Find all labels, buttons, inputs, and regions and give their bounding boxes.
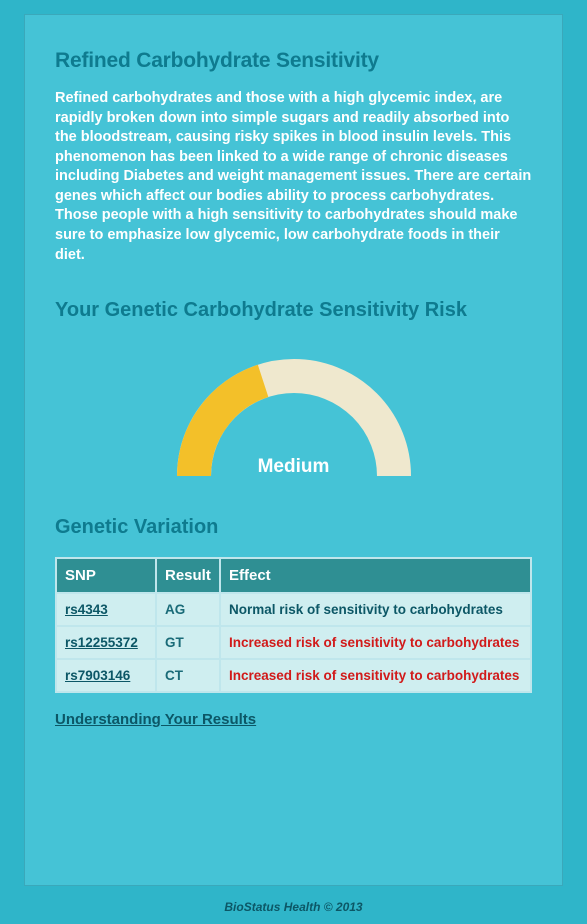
result-cell: CT [156, 659, 220, 692]
snp-link[interactable]: rs4343 [65, 602, 108, 617]
table-row: rs4343 AGNormal risk of sensitivity to ca… [56, 593, 531, 626]
variation-table: SNP Result Effect rs4343 AGNormal risk of… [55, 557, 532, 693]
col-result: Result [156, 558, 220, 593]
report-panel: Refined Carbohydrate Sensitivity Refined… [24, 14, 563, 886]
risk-gauge: Medium [55, 346, 532, 486]
snp-link[interactable]: rs7903146 [65, 668, 130, 683]
table-row: rs7903146 CTIncreased risk of sensitivity… [56, 659, 531, 692]
intro-text: Refined carbohydrates and those with a h… [55, 89, 532, 265]
result-cell: GT [156, 626, 220, 659]
col-snp: SNP [56, 558, 156, 593]
col-effect: Effect [220, 558, 531, 593]
result-cell: AG [156, 593, 220, 626]
footer-text: BioStatus Health © 2013 [0, 900, 587, 914]
snp-cell: rs12255372 [56, 626, 156, 659]
understanding-results-link[interactable]: Understanding Your Results [55, 711, 256, 728]
table-row: rs12255372 GTIncreased risk of sensitivit… [56, 626, 531, 659]
page-title: Refined Carbohydrate Sensitivity [55, 49, 532, 73]
effect-cell: Increased risk of sensitivity to carbohy… [220, 659, 531, 692]
risk-heading: Your Genetic Carbohydrate Sensitivity Ri… [55, 299, 532, 322]
snp-cell: rs7903146 [56, 659, 156, 692]
snp-cell: rs4343 [56, 593, 156, 626]
variation-heading: Genetic Variation [55, 516, 532, 539]
gauge-label: Medium [164, 456, 424, 478]
snp-link[interactable]: rs12255372 [65, 635, 138, 650]
effect-cell: Increased risk of sensitivity to carbohy… [220, 626, 531, 659]
effect-cell: Normal risk of sensitivity to carbohydra… [220, 593, 531, 626]
